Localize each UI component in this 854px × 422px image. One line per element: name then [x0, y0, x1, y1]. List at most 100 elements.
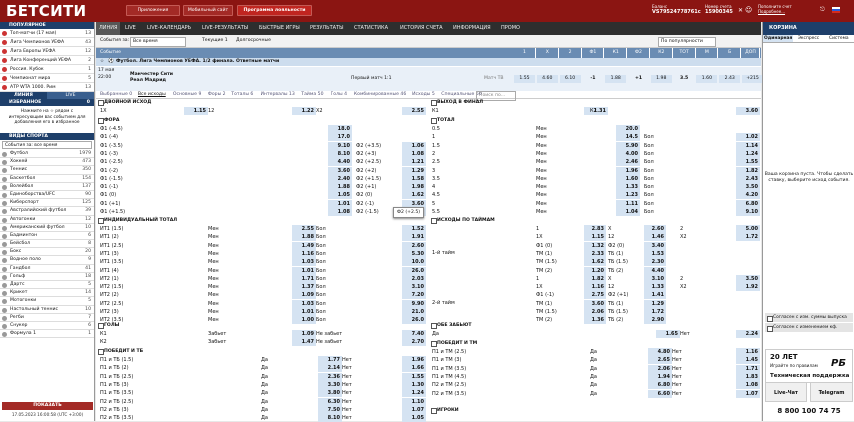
odd[interactable]: 1.15	[184, 107, 208, 115]
halftime-header[interactable]: ИСХОДЫ ПО ТАЙМАМ	[429, 217, 759, 224]
odd[interactable]: 4.40	[644, 266, 666, 275]
odd[interactable]: 1.96	[616, 166, 640, 175]
mobile-site-button[interactable]: Мобильный сайт	[183, 5, 233, 16]
odds-cell[interactable]: 2.43	[719, 75, 741, 83]
goals-header[interactable]: ГОЛЫ	[96, 322, 426, 329]
odd[interactable]: 3.10	[644, 274, 666, 283]
odd[interactable]: 1.88	[328, 183, 352, 192]
sport-item[interactable]: Теннис 350	[0, 166, 94, 175]
refill-link[interactable]: Пополните счет Подробнее...	[758, 4, 792, 14]
column-1[interactable]: X	[536, 48, 559, 58]
odd[interactable]: 1.16	[292, 249, 316, 258]
sport-item[interactable]: Баскетбол 154	[0, 175, 94, 183]
odd[interactable]: 2.14	[318, 364, 342, 373]
odd[interactable]: 1.08	[402, 149, 426, 158]
loyalty-button[interactable]: Программа лояльности	[237, 5, 312, 16]
odd[interactable]: 1.08	[736, 381, 760, 390]
odd[interactable]: 1.82	[736, 166, 760, 175]
sport-item[interactable]: Крикет 14	[0, 289, 94, 298]
nav-history[interactable]: ИСТОРИЯ СЧЕТА	[397, 22, 446, 35]
tab-single[interactable]: Одинарная	[763, 35, 794, 42]
odd[interactable]: 1.08	[328, 208, 352, 216]
odd[interactable]: 1.23	[616, 191, 640, 200]
odd[interactable]: 1.71	[736, 364, 760, 373]
odd[interactable]: 3.60	[584, 299, 606, 308]
odd[interactable]: 9.10	[736, 208, 760, 216]
column-3[interactable]: Ф1	[582, 48, 605, 58]
win-tb-header[interactable]: ПОБЕДИТ И ТБ	[96, 348, 426, 355]
odd[interactable]: 2.43	[736, 174, 760, 183]
column-0[interactable]: 1	[514, 48, 536, 58]
nav-live[interactable]: LIVE	[122, 22, 139, 35]
odd[interactable]: 7.50	[318, 405, 342, 414]
odd[interactable]: 1.55	[402, 372, 426, 381]
popular-item[interactable]: Топ-матчи (17 мая) 13	[0, 29, 94, 38]
odd[interactable]: 2.33	[584, 249, 606, 258]
odd[interactable]: 2.30	[644, 258, 666, 267]
odd[interactable]: 1.82	[584, 274, 606, 283]
odd[interactable]: 1.30	[402, 380, 426, 389]
sport-item[interactable]: Единоборства/UFC 90	[0, 191, 94, 200]
odd[interactable]: 1.77	[318, 356, 342, 364]
nav-live-calendar[interactable]: LIVE-КАЛЕНДАРЬ	[144, 22, 194, 35]
popular-item[interactable]: Лига Конференций УЕФА 2	[0, 56, 94, 65]
odd[interactable]: 4.80	[648, 348, 672, 356]
sort-select[interactable]: По популярности	[658, 37, 716, 47]
nav-fast-games[interactable]: БЫСТРЫЕ ИГРЫ	[256, 22, 303, 35]
odd[interactable]: 1.96	[402, 356, 426, 364]
odd[interactable]: 2.03	[402, 274, 426, 283]
odd[interactable]: 1.24	[736, 149, 760, 158]
market-filter-6[interactable]: Тайма 50	[301, 91, 323, 99]
favorites-header[interactable]: ИЗБРАННОЕ 0	[0, 99, 94, 106]
odd[interactable]: 1.09	[292, 291, 316, 300]
team2[interactable]: Реал Мадрид	[130, 77, 166, 85]
column-7[interactable]: ТОТ	[673, 48, 696, 58]
odds-cell[interactable]: +215	[742, 75, 763, 83]
odd[interactable]: 1.14	[736, 141, 760, 150]
logo[interactable]: БЕТСИТИ	[6, 2, 86, 20]
popular-item[interactable]: Россия. Кубок 1	[0, 65, 94, 74]
odd[interactable]: 2.75	[584, 291, 606, 300]
odd[interactable]: 1.04	[616, 208, 640, 216]
odd[interactable]: 3.30	[318, 380, 342, 389]
nav-results[interactable]: РЕЗУЛЬТАТЫ	[307, 22, 347, 35]
show-button[interactable]: ПОКАЗАТЬ	[2, 402, 93, 410]
odds-cell[interactable]: 6.10	[559, 75, 581, 83]
market-filter-0[interactable]: Выбранные 0	[100, 91, 132, 99]
players-header[interactable]: ИГРОКИ	[429, 407, 759, 414]
sport-item[interactable]: Формула 1 1	[0, 330, 94, 339]
nav-promo[interactable]: ПРОМО	[498, 22, 523, 35]
popular-item[interactable]: Чемпионат мира 5	[0, 74, 94, 83]
exit-icon[interactable]: ⎋	[820, 6, 825, 14]
odd[interactable]: 7.40	[402, 330, 426, 338]
sport-item[interactable]: Киберспорт 125	[0, 199, 94, 208]
odd[interactable]: 1.66	[402, 364, 426, 373]
apps-button[interactable]: Приложения	[126, 5, 180, 16]
odd[interactable]: 1.62	[402, 191, 426, 200]
both-score-header[interactable]: ОБЕ ЗАБЬЮТ	[429, 322, 759, 329]
handicap-header[interactable]: ФОРА	[96, 117, 426, 124]
odd[interactable]: 1.41	[644, 291, 666, 300]
odd[interactable]: 1.58	[402, 174, 426, 183]
column-6[interactable]: К2	[650, 48, 673, 58]
nav-live-results[interactable]: LIVE-РЕЗУЛЬТАТЫ	[199, 22, 251, 35]
current-checkbox[interactable]: Текущие 1	[202, 37, 228, 45]
odd[interactable]: 1.88	[292, 233, 316, 242]
odd[interactable]: 1.03	[292, 299, 316, 308]
market-filter-8[interactable]: Комбинированные 46	[354, 91, 406, 99]
odd[interactable]: 3.40	[644, 241, 666, 250]
odd[interactable]: 2.36	[318, 372, 342, 381]
odd[interactable]: 3.50	[736, 183, 760, 192]
column-2[interactable]: 2	[559, 48, 582, 58]
odd[interactable]: 1.11	[616, 199, 640, 208]
odds-cell[interactable]: 1.60	[696, 75, 718, 83]
odds-cell[interactable]: 1.98	[650, 75, 672, 83]
sport-item[interactable]: Гандбол 41	[0, 265, 94, 273]
odds-cell[interactable]: -1	[582, 75, 603, 83]
sport-item[interactable]: Бадминтон 6	[0, 232, 94, 241]
odd[interactable]: 3.60	[736, 107, 760, 115]
odd[interactable]: 5.00	[736, 225, 760, 233]
odd[interactable]: 1.02	[736, 133, 760, 142]
odd[interactable]: 1.94	[648, 372, 672, 381]
market-filter-7[interactable]: Голы 4	[331, 91, 348, 99]
